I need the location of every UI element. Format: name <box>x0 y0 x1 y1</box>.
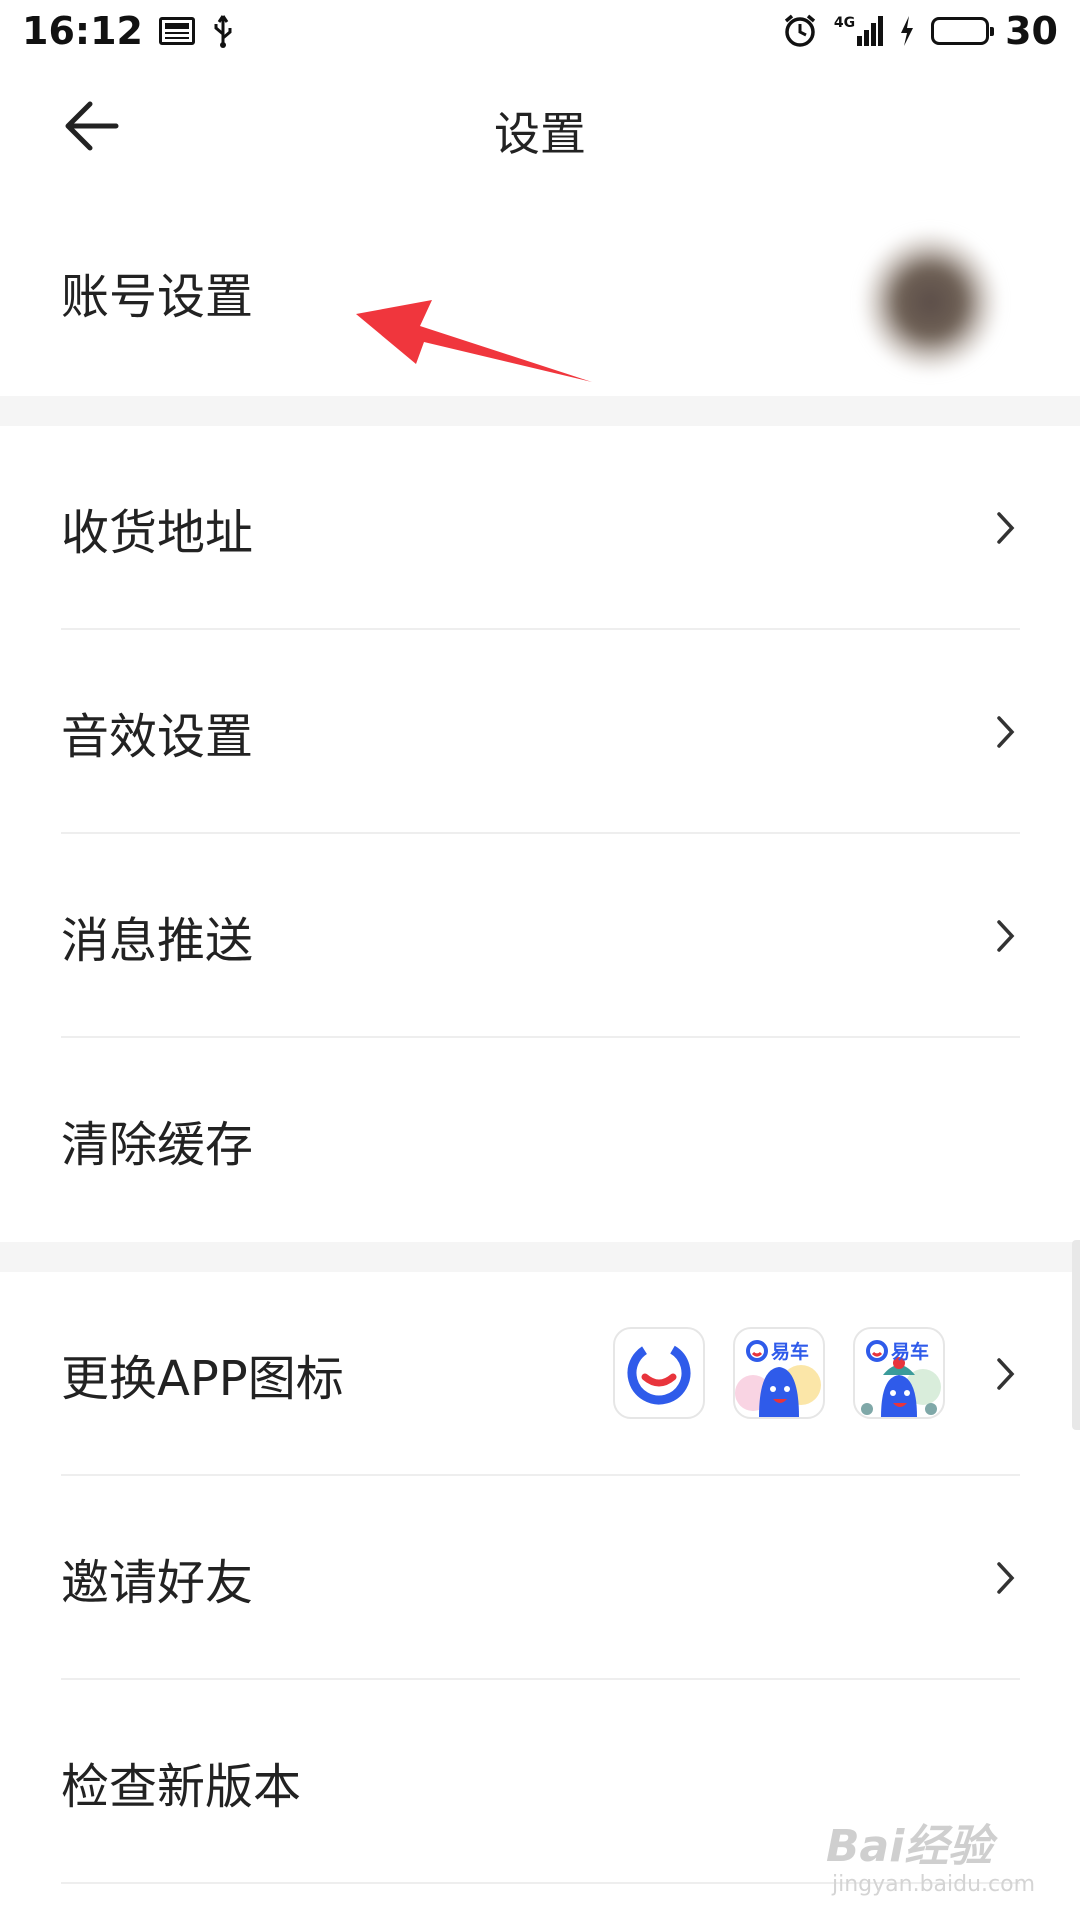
invite-friends-label: 邀请好友 <box>61 1555 254 1611</box>
section-gap <box>0 396 1080 426</box>
battery-icon <box>931 17 995 45</box>
section-gap <box>0 1242 1080 1272</box>
push-notifications-label: 消息推送 <box>61 913 254 969</box>
alarm-icon <box>782 13 818 49</box>
sound-settings-label: 音效设置 <box>61 709 254 765</box>
status-time: 16:12 <box>22 9 143 53</box>
page-title: 设置 <box>494 107 586 161</box>
yiche-label: 易车 <box>771 1341 810 1363</box>
usb-icon <box>211 14 235 48</box>
scrollbar[interactable] <box>1072 1240 1080 1430</box>
shipping-address-row[interactable]: 收货地址 <box>0 426 1080 630</box>
change-app-icon-label: 更换APP图标 <box>61 1351 344 1407</box>
shipping-address-label: 收货地址 <box>61 505 254 561</box>
default-app-icon[interactable] <box>613 1327 705 1419</box>
push-notifications-row[interactable]: 消息推送 <box>0 834 1080 1038</box>
status-bar: 16:12 4G 30 <box>0 0 1080 62</box>
clear-cache-label: 清除缓存 <box>61 1117 254 1173</box>
title-bar: 设置 <box>0 62 1080 188</box>
avatar[interactable] <box>820 218 1060 386</box>
invite-friends-row[interactable]: 邀请好友 <box>0 1476 1080 1680</box>
chevron-right-icon <box>997 512 1015 544</box>
chevron-right-icon <box>997 1562 1015 1594</box>
chevron-right-icon <box>997 920 1015 952</box>
network-type: 4G <box>833 15 856 31</box>
chevron-right-icon <box>997 1358 1015 1390</box>
yiche-label: 易车 <box>891 1341 930 1363</box>
watermark-url: jingyan.baidu.com <box>832 1872 1036 1897</box>
status-bar-left: 16:12 <box>22 9 235 53</box>
cell-signal-icon: 4G <box>833 15 884 46</box>
annotation-arrow <box>356 300 592 382</box>
battery-percent: 30 <box>1005 9 1058 53</box>
charging-icon <box>899 16 915 46</box>
account-settings-label: 账号设置 <box>61 269 254 325</box>
yiche-mascot-icon[interactable]: 易车 <box>733 1327 825 1419</box>
clear-cache-row[interactable]: 清除缓存 <box>0 1038 1080 1242</box>
sound-settings-row[interactable]: 音效设置 <box>0 630 1080 834</box>
chevron-right-icon <box>997 716 1015 748</box>
status-bar-right: 4G 30 <box>782 9 1058 53</box>
news-notification-icon <box>158 17 195 45</box>
watermark-logo: Bai经验 <box>826 1821 993 1872</box>
check-new-version-label: 检查新版本 <box>61 1759 302 1815</box>
yiche-opera-mascot-icon[interactable]: 易车 <box>853 1327 945 1419</box>
